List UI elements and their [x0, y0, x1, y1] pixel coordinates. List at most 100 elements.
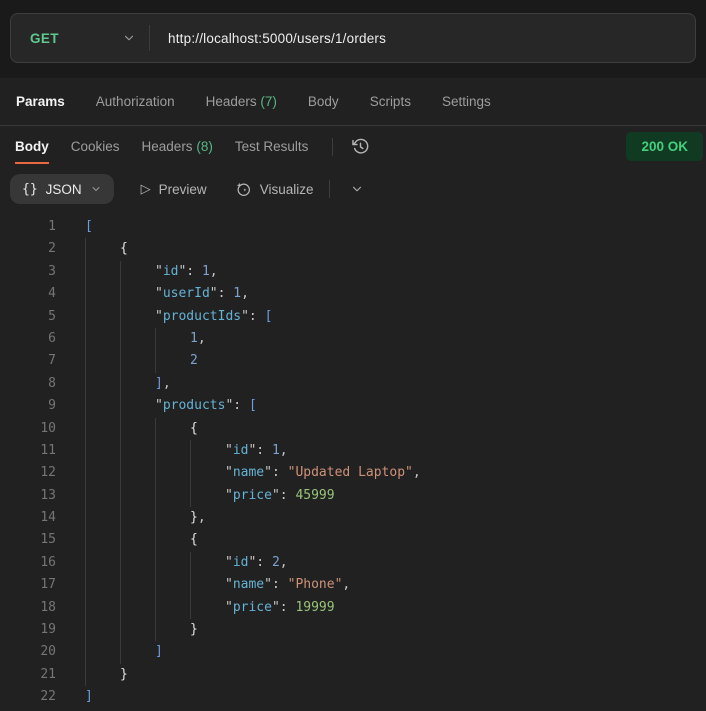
token-sb: [ [85, 219, 93, 234]
code-line: 21} [0, 663, 706, 687]
token-pu: ": [264, 577, 288, 593]
token-sb: [ [264, 308, 273, 324]
token-pu: , [342, 577, 351, 593]
indent-guide [85, 507, 120, 530]
line-number: 6 [48, 330, 56, 346]
line-number: 12 [40, 465, 56, 481]
token-pu: ": [209, 286, 234, 302]
token-pu: " [225, 442, 233, 458]
indent-guide [120, 484, 155, 508]
token-st: "Phone" [287, 577, 343, 593]
tab-headers-response[interactable]: Headers (8) [142, 129, 213, 164]
indent-guide [120, 417, 155, 440]
visualize-button[interactable]: Visualize [234, 180, 313, 198]
indent-guide [120, 395, 155, 418]
history-button[interactable] [347, 134, 373, 160]
method-select[interactable]: GET [11, 14, 149, 62]
token-ky: products [162, 398, 226, 414]
line-number: 7 [48, 353, 56, 369]
line-number: 18 [40, 599, 56, 615]
token-sb: ] [155, 375, 163, 391]
code-line: 5 " productIds ": [ [0, 305, 706, 328]
indent-guide [120, 551, 155, 575]
indent-guide [155, 327, 190, 351]
url-input[interactable]: http://localhost:5000/users/1/orders [150, 31, 695, 46]
code-line: 10 { [0, 417, 706, 440]
tab-test-results[interactable]: Test Results [235, 129, 309, 164]
code-line: 18 " price ": 19999 [0, 596, 706, 620]
token-sb: [ [248, 398, 257, 414]
indent-guide [190, 439, 225, 463]
indent-guide [190, 551, 225, 575]
indent-guide [85, 551, 120, 575]
code-line: 8], [0, 372, 706, 396]
more-options-button[interactable] [344, 176, 370, 202]
indent-guide [85, 619, 120, 642]
format-select-button[interactable]: {} JSON [10, 174, 114, 204]
tab-headers-request[interactable]: Headers (7) [206, 94, 277, 109]
token-nb: 1 [201, 263, 210, 279]
token-ky: userId [162, 286, 210, 302]
code-editor[interactable]: 1[2{3 " id ": 1, 4 " userId ": 1, 5 " productIds ":… [0, 211, 706, 709]
tab-settings[interactable]: Settings [442, 94, 491, 109]
indent-guide [85, 574, 120, 597]
indent-guide [190, 596, 225, 620]
token-pu: ": [241, 308, 265, 324]
tab-body-response[interactable]: Body [15, 129, 49, 164]
token-nb: 1 [233, 286, 242, 302]
token-pu: " [155, 398, 163, 414]
chevron-down-icon [353, 186, 362, 192]
line-number: 10 [40, 420, 56, 436]
indent-guide [85, 663, 120, 687]
indent-guide [85, 641, 120, 664]
indent-guide [120, 462, 155, 485]
line-number: 8 [48, 375, 56, 391]
code-line: 11 " id ": 1, [0, 439, 706, 463]
line-number: 17 [40, 577, 56, 593]
token-pu: ": [248, 442, 272, 458]
tab-cookies[interactable]: Cookies [71, 129, 120, 164]
code-line: 13 " price ": 45999 [0, 484, 706, 508]
indent-guide [85, 417, 120, 440]
format-label: JSON [45, 181, 82, 197]
token-ky: productIds [162, 308, 242, 324]
line-number: 2 [48, 241, 56, 257]
token-st: "Updated Laptop" [287, 465, 413, 481]
tab-scripts[interactable]: Scripts [370, 94, 411, 109]
indent-guide [85, 238, 120, 261]
indent-guide [155, 507, 190, 530]
indent-guide [85, 484, 120, 508]
line-number: 16 [40, 554, 56, 570]
indent-guide [120, 350, 155, 373]
code-line: 14}, [0, 507, 706, 530]
token-pu: " [225, 487, 233, 503]
chevron-down-icon [92, 187, 100, 191]
code-line: 9 " products ": [ [0, 395, 706, 418]
token-pu: , [279, 442, 288, 458]
token-pu: " [225, 577, 233, 593]
indent-guide [190, 462, 225, 485]
token-ng: 45999 [295, 487, 335, 503]
tab-body-request[interactable]: Body [308, 94, 339, 109]
token-ky: id [232, 442, 249, 458]
tab-params[interactable]: Params [16, 94, 65, 109]
indent-guide [120, 641, 155, 664]
url-bar: GET http://localhost:5000/users/1/orders [10, 13, 696, 63]
indent-guide [85, 596, 120, 620]
request-tabs: Params Authorization Headers (7) Body Sc… [0, 78, 706, 126]
token-pu: ": [264, 465, 288, 481]
token-pu: , [412, 465, 421, 481]
tab-authorization[interactable]: Authorization [96, 94, 175, 109]
token-ky: name [232, 577, 265, 593]
token-pu: , [279, 554, 288, 570]
code-line: 15 { [0, 529, 706, 552]
token-ky: price [232, 599, 272, 615]
token-sb: ] [85, 689, 93, 705]
sparkle-wand-icon [236, 182, 250, 196]
indent-guide [120, 283, 155, 306]
braces-icon: {} [22, 181, 38, 197]
line-number: 19 [40, 622, 56, 638]
response-tabs: Body Cookies Headers (8) Test Results 20… [0, 126, 706, 167]
preview-button[interactable]: ▷ Preview [141, 181, 207, 197]
indent-guide [85, 372, 120, 396]
